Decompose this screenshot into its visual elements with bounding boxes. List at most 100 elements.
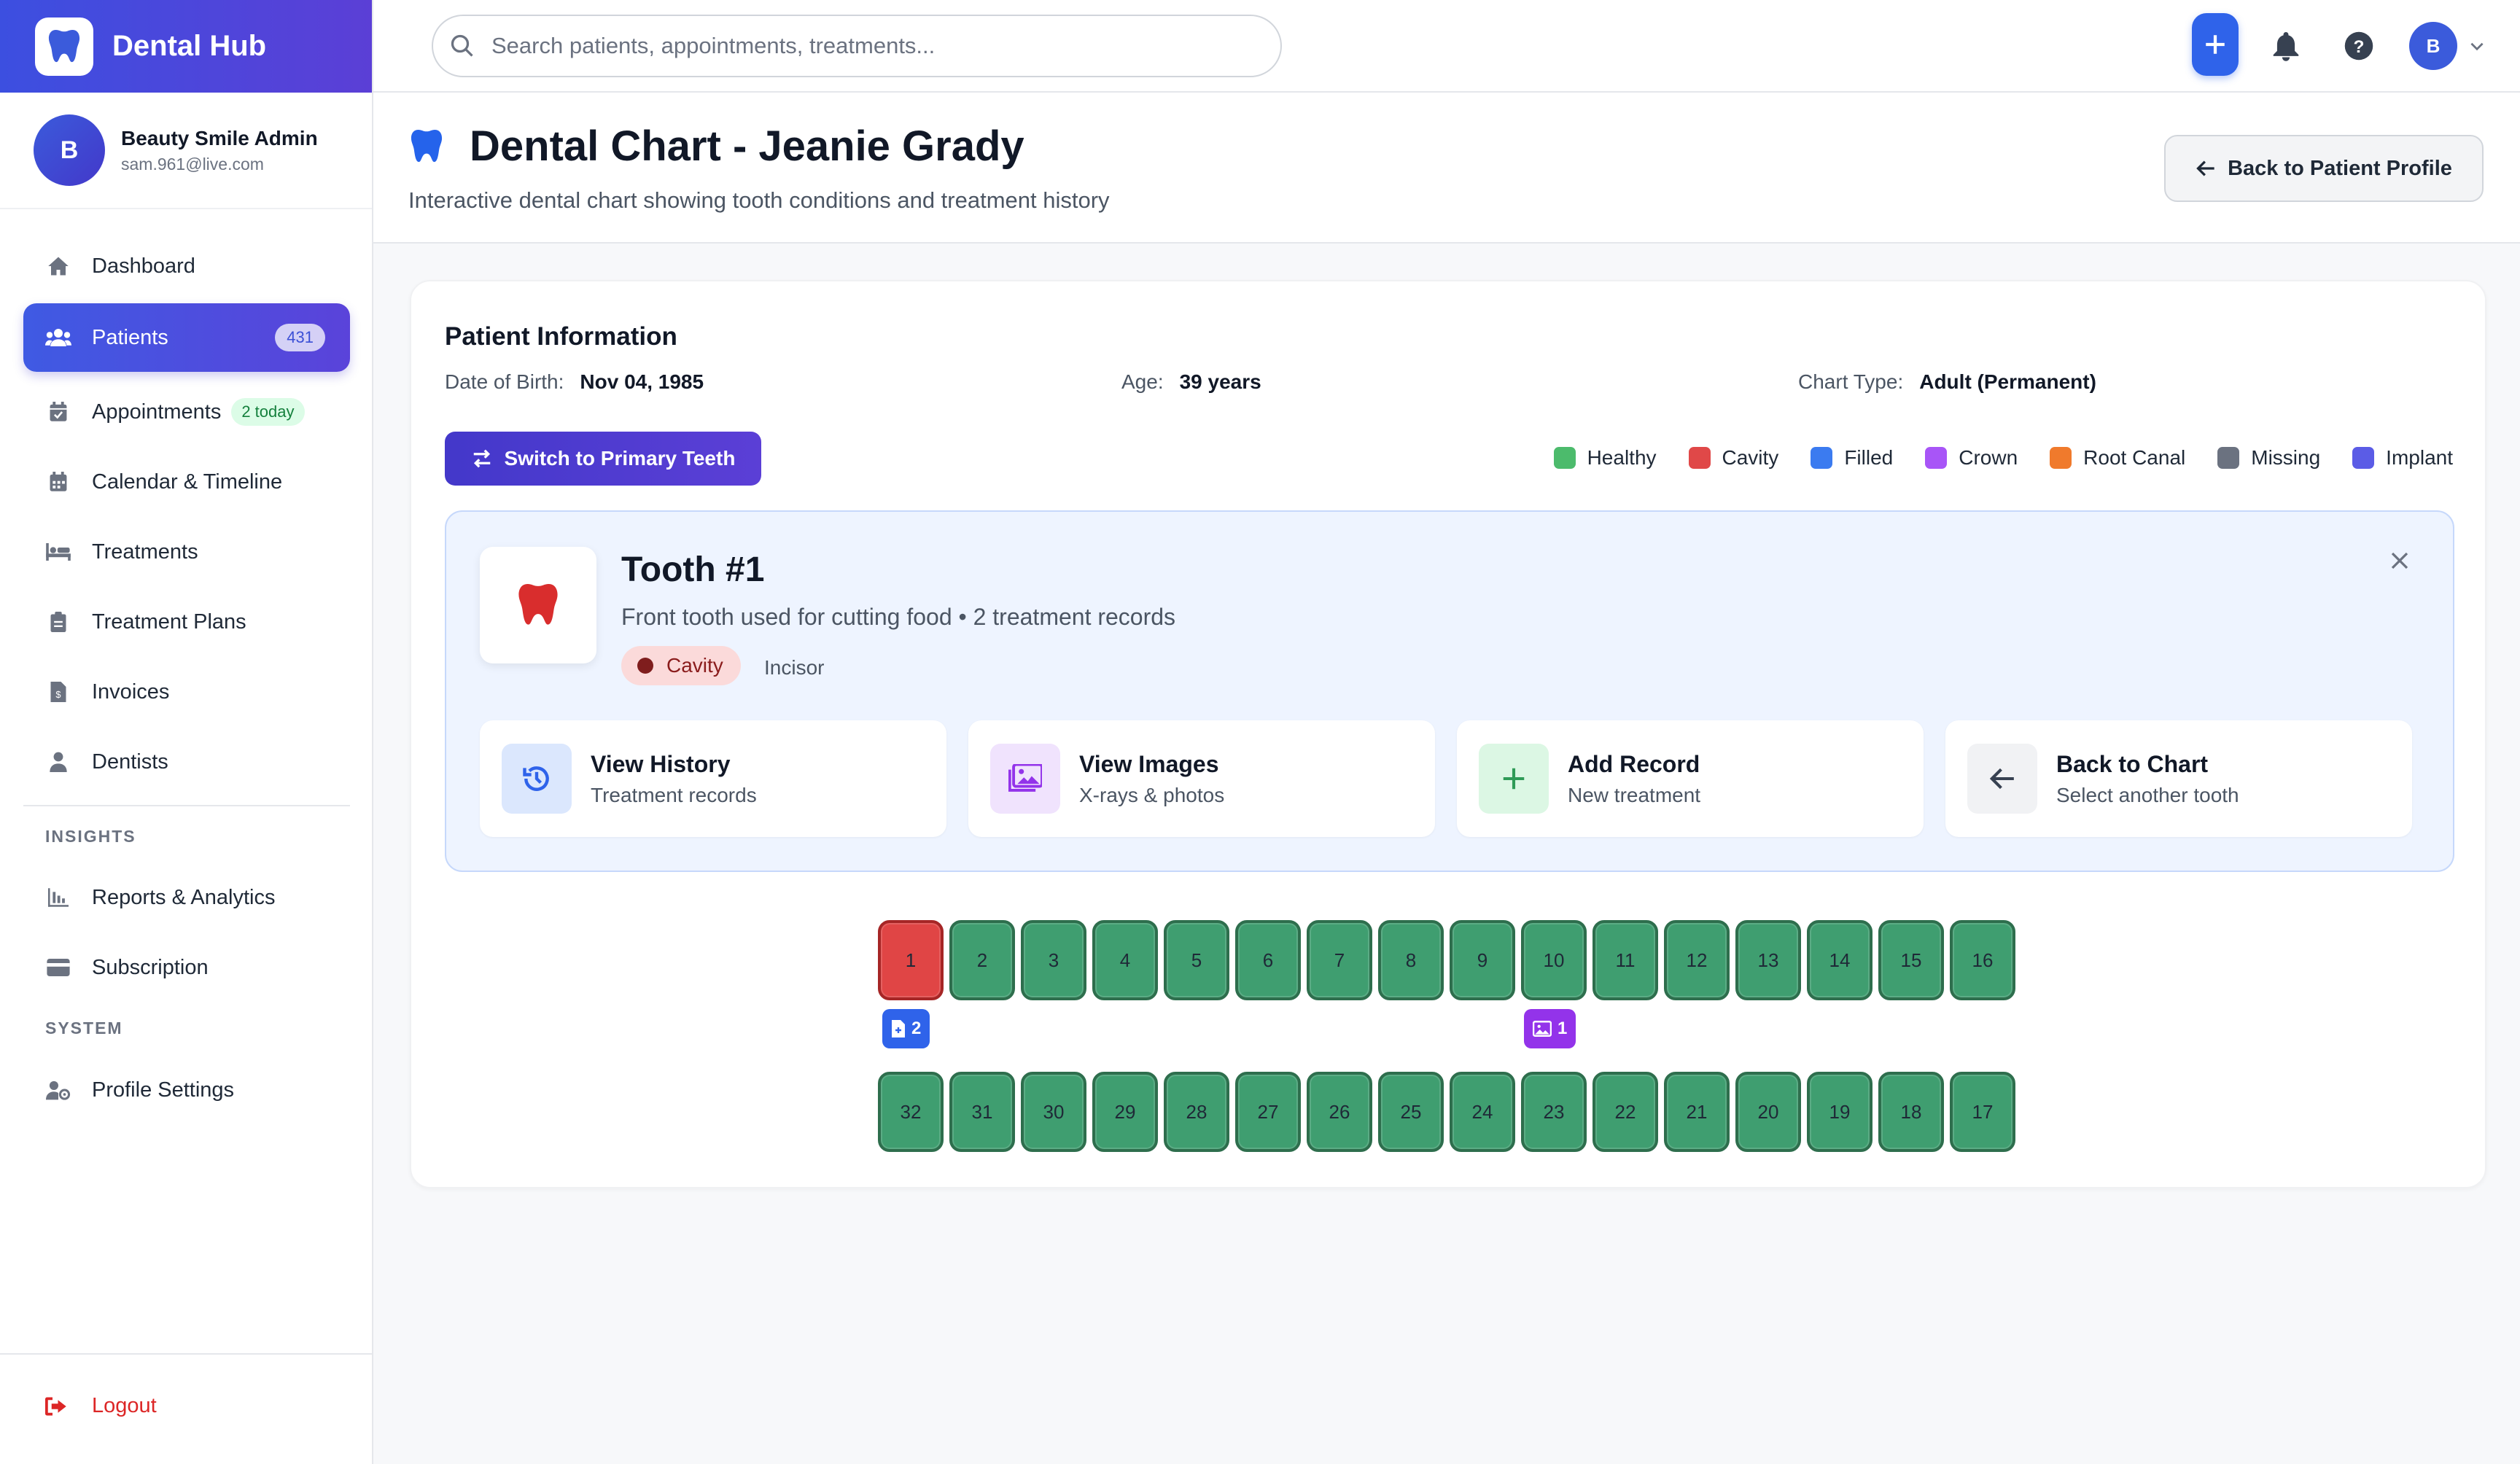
tooth-button[interactable]: 4 <box>1092 920 1158 1000</box>
patients-count-badge: 431 <box>275 324 325 351</box>
tooth-button[interactable]: 8 <box>1378 920 1444 1000</box>
tooth-button[interactable]: 6 <box>1235 920 1301 1000</box>
tooth-button[interactable]: 3 <box>1021 920 1086 1000</box>
tooth-button[interactable]: 31 <box>949 1072 1015 1152</box>
view-images-button[interactable]: View Images X-rays & photos <box>968 720 1435 837</box>
sidebar-item-label: Treatments <box>92 540 198 564</box>
images-icon <box>990 744 1060 814</box>
history-icon <box>502 744 572 814</box>
tooth-button[interactable]: 32 <box>878 1072 944 1152</box>
tooth-button[interactable]: 26 <box>1307 1072 1372 1152</box>
patient-info-heading: Patient Information <box>445 322 677 351</box>
invoice-icon: $ <box>45 679 71 705</box>
add-record-button[interactable]: Add Record New treatment <box>1457 720 1924 837</box>
tooth-button[interactable]: 30 <box>1021 1072 1086 1152</box>
chevron-down-icon[interactable] <box>2468 36 2486 55</box>
tooth-button[interactable]: 20 <box>1735 1072 1801 1152</box>
tooth-button[interactable]: 1 <box>878 920 944 1000</box>
user-card[interactable]: B Beauty Smile Admin sam.961@live.com <box>0 93 372 209</box>
legend-label: Missing <box>2251 446 2321 469</box>
tooth-button[interactable]: 18 <box>1878 1072 1944 1152</box>
user-doctor-icon <box>45 749 71 775</box>
legend-label: Root Canal <box>2083 446 2186 469</box>
sidebar-item-reports[interactable]: Reports & Analytics <box>23 863 350 932</box>
action-title: Back to Chart <box>2056 750 2209 777</box>
sidebar-item-label: Calendar & Timeline <box>92 470 283 494</box>
tooth-button[interactable]: 9 <box>1450 920 1515 1000</box>
sign-out-icon <box>45 1397 71 1416</box>
treatment-records-marker[interactable]: 2 <box>882 1009 930 1048</box>
sidebar-item-subscription[interactable]: Subscription <box>23 933 350 1002</box>
nav-section-system: SYSTEM <box>45 1019 123 1037</box>
tooth-button[interactable]: 7 <box>1307 920 1372 1000</box>
condition-legend: Healthy Cavity Filled Crown Root Canal M… <box>1522 446 2453 470</box>
chart-type-value: Adult (Permanent) <box>1919 370 2096 393</box>
tooth-button[interactable]: 13 <box>1735 920 1801 1000</box>
tooth-button[interactable]: 14 <box>1807 920 1872 1000</box>
tooth-button[interactable]: 27 <box>1235 1072 1301 1152</box>
legend-item-filled: Filled <box>1811 446 1893 470</box>
tooth-button[interactable]: 29 <box>1092 1072 1158 1152</box>
logout-button[interactable]: Logout <box>45 1394 157 1418</box>
lower-teeth-row: 32 31 30 29 28 27 26 25 24 23 22 21 20 1… <box>878 1072 2021 1152</box>
avatar: B <box>34 114 105 186</box>
sidebar-item-treatment-plans[interactable]: Treatment Plans <box>23 588 350 656</box>
sidebar-item-profile-settings[interactable]: Profile Settings <box>23 1056 350 1124</box>
quick-add-button[interactable] <box>2192 13 2239 76</box>
legend-swatch <box>1688 447 1711 469</box>
legend-swatch <box>2352 447 2375 469</box>
legend-label: Crown <box>1959 446 2018 469</box>
sidebar-item-dentists[interactable]: Dentists <box>23 728 350 796</box>
view-history-button[interactable]: View History Treatment records <box>480 720 946 837</box>
legend-swatch <box>1811 447 1833 469</box>
condition-label: Cavity <box>666 654 723 677</box>
sidebar-item-patients[interactable]: Patients 431 <box>23 303 350 372</box>
user-name: Beauty Smile Admin <box>121 126 318 149</box>
dob-value: Nov 04, 1985 <box>580 370 704 393</box>
back-to-patient-profile-button[interactable]: Back to Patient Profile <box>2164 135 2484 202</box>
tooth-button[interactable]: 25 <box>1378 1072 1444 1152</box>
sidebar-item-label: Treatment Plans <box>92 610 246 634</box>
tooth-button[interactable]: 23 <box>1521 1072 1587 1152</box>
sidebar: Dental Hub B Beauty Smile Admin sam.961@… <box>0 0 373 1464</box>
calendar-check-icon <box>45 399 71 425</box>
sidebar-item-treatments[interactable]: Treatments <box>23 518 350 586</box>
tooth-button[interactable]: 19 <box>1807 1072 1872 1152</box>
close-icon[interactable] <box>2389 550 2411 572</box>
action-title: View History <box>591 750 731 777</box>
tooth-button[interactable]: 2 <box>949 920 1015 1000</box>
tooth-button[interactable]: 16 <box>1950 920 2015 1000</box>
tooth-button[interactable]: 21 <box>1664 1072 1730 1152</box>
tooth-button[interactable]: 17 <box>1950 1072 2015 1152</box>
tooth-button[interactable]: 15 <box>1878 920 1944 1000</box>
images-marker[interactable]: 1 <box>1524 1009 1576 1048</box>
sidebar-item-appointments[interactable]: Appointments 2 today <box>23 378 350 446</box>
back-to-chart-button[interactable]: Back to Chart Select another tooth <box>1945 720 2412 837</box>
sidebar-item-calendar[interactable]: Calendar & Timeline <box>23 448 350 516</box>
search-box[interactable] <box>432 15 1282 77</box>
tooth-button[interactable]: 28 <box>1164 1072 1229 1152</box>
help-button[interactable]: ? <box>2342 29 2376 63</box>
tooth-button[interactable]: 24 <box>1450 1072 1515 1152</box>
tooth-button[interactable]: 22 <box>1592 1072 1658 1152</box>
tooth-button[interactable]: 11 <box>1592 920 1658 1000</box>
question-circle-icon: ? <box>2344 31 2374 61</box>
legend-item-implant: Implant <box>2352 446 2453 470</box>
legend-item-missing: Missing <box>2217 446 2320 470</box>
sidebar-item-label: Dashboard <box>92 254 195 278</box>
user-avatar-button[interactable]: B <box>2409 22 2457 70</box>
sidebar-item-dashboard[interactable]: Dashboard <box>23 232 350 300</box>
arrow-left-icon <box>1967 744 2037 814</box>
notifications-button[interactable] <box>2269 29 2303 63</box>
search-input[interactable] <box>490 32 1219 60</box>
legend-swatch <box>2217 447 2240 469</box>
condition-badge: Cavity <box>621 646 741 685</box>
switch-to-primary-teeth-button[interactable]: Switch to Primary Teeth <box>445 432 761 486</box>
tooth-button[interactable]: 5 <box>1164 920 1229 1000</box>
tooth-button[interactable]: 10 <box>1521 920 1587 1000</box>
age-field: Age: 39 years <box>1121 370 1261 394</box>
dob-field: Date of Birth: Nov 04, 1985 <box>445 370 704 394</box>
sidebar-item-invoices[interactable]: $ Invoices <box>23 658 350 726</box>
tooth-button[interactable]: 12 <box>1664 920 1730 1000</box>
legend-item-healthy: Healthy <box>1553 446 1657 470</box>
